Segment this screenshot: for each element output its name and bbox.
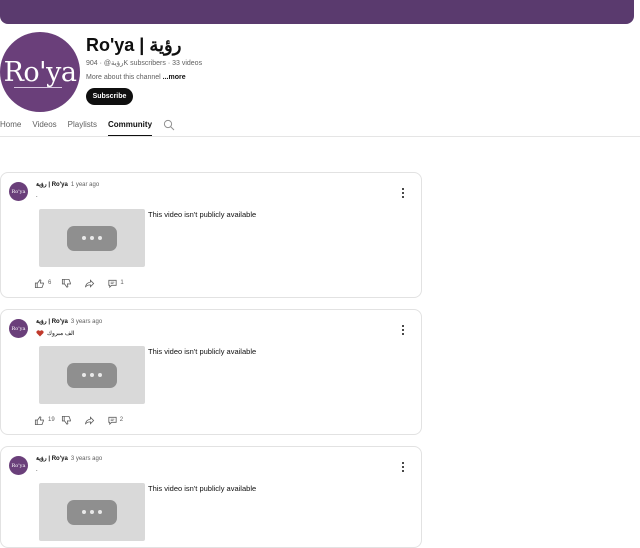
like-count: 19 [48, 417, 55, 423]
post-time[interactable]: 1 year ago [71, 182, 99, 188]
community-post: Ro'ya رؤية | Ro'ya 3 years ago . This vid… [0, 446, 422, 548]
video-unavailable-text: This video isn't publicly available [148, 484, 257, 493]
channel-tabs: Home Videos Playlists Community [0, 116, 175, 138]
channel-avatar-logo: Ro'ya [3, 56, 77, 88]
unavailable-video-icon [67, 363, 117, 388]
channel-meta: رؤية@ · 904K subscribers · 33 videos [86, 60, 203, 67]
channel-name: Ro'ya | رؤية [86, 35, 182, 55]
logo-underline [14, 87, 62, 88]
post-author[interactable]: رؤية | Ro'ya [36, 182, 68, 188]
tab-playlists[interactable]: Playlists [68, 116, 97, 138]
channel-about[interactable]: More about this channel ...more [86, 74, 186, 81]
subscribe-button[interactable]: Subscribe [86, 88, 133, 105]
comment-icon[interactable] [107, 415, 118, 426]
channel-about-text: More about this channel [86, 74, 163, 81]
post-header: رؤية | Ro'ya 3 years ago [36, 318, 102, 325]
comment-count: 1 [120, 280, 124, 286]
tabs-divider [0, 136, 640, 137]
more-options-icon[interactable] [399, 323, 407, 337]
more-link[interactable]: ...more [163, 74, 186, 81]
unavailable-video-icon [67, 226, 117, 251]
post-author-avatar[interactable]: Ro'ya [9, 456, 28, 475]
post-actions: 6 1 [34, 277, 124, 289]
post-text: الف مبروك [47, 331, 75, 338]
post-text: . [36, 467, 38, 473]
post-actions: 19 2 [34, 414, 123, 426]
like-icon[interactable] [34, 278, 45, 289]
post-time[interactable]: 3 years ago [71, 319, 102, 325]
post-time[interactable]: 3 years ago [71, 456, 102, 462]
video-thumbnail[interactable] [39, 483, 145, 541]
post-text: . [36, 193, 38, 199]
video-thumbnail[interactable] [39, 209, 145, 267]
search-icon[interactable] [163, 119, 175, 131]
video-unavailable-text: This video isn't publicly available [148, 347, 257, 356]
channel-banner [0, 0, 634, 24]
share-icon[interactable] [84, 415, 95, 426]
dislike-icon[interactable] [61, 415, 72, 426]
heart-icon [36, 330, 44, 337]
more-options-icon[interactable] [399, 186, 407, 200]
comment-icon[interactable] [107, 278, 118, 289]
dislike-icon[interactable] [61, 278, 72, 289]
post-text-row: الف مبروك [36, 330, 75, 337]
video-thumbnail[interactable] [39, 346, 145, 404]
post-header: رؤية | Ro'ya 3 years ago [36, 455, 102, 462]
like-count: 6 [48, 280, 52, 286]
like-icon[interactable] [34, 415, 45, 426]
video-unavailable-text: This video isn't publicly available [148, 210, 257, 219]
channel-avatar[interactable]: Ro'ya [0, 32, 80, 112]
community-post: Ro'ya رؤية | Ro'ya 3 years ago الف مبروك … [0, 309, 422, 435]
tab-videos[interactable]: Videos [32, 116, 56, 138]
unavailable-video-icon [67, 500, 117, 525]
community-post: Ro'ya رؤية | Ro'ya 1 year ago . This vide… [0, 172, 422, 298]
tab-home[interactable]: Home [0, 116, 21, 138]
post-author[interactable]: رؤية | Ro'ya [36, 319, 68, 325]
post-author[interactable]: رؤية | Ro'ya [36, 456, 68, 462]
tab-community[interactable]: Community [108, 116, 153, 138]
more-options-icon[interactable] [399, 460, 407, 474]
post-author-avatar[interactable]: Ro'ya [9, 182, 28, 201]
share-icon[interactable] [84, 278, 95, 289]
post-header: رؤية | Ro'ya 1 year ago [36, 181, 99, 188]
comment-count: 2 [119, 417, 124, 423]
post-author-avatar[interactable]: Ro'ya [9, 319, 28, 338]
